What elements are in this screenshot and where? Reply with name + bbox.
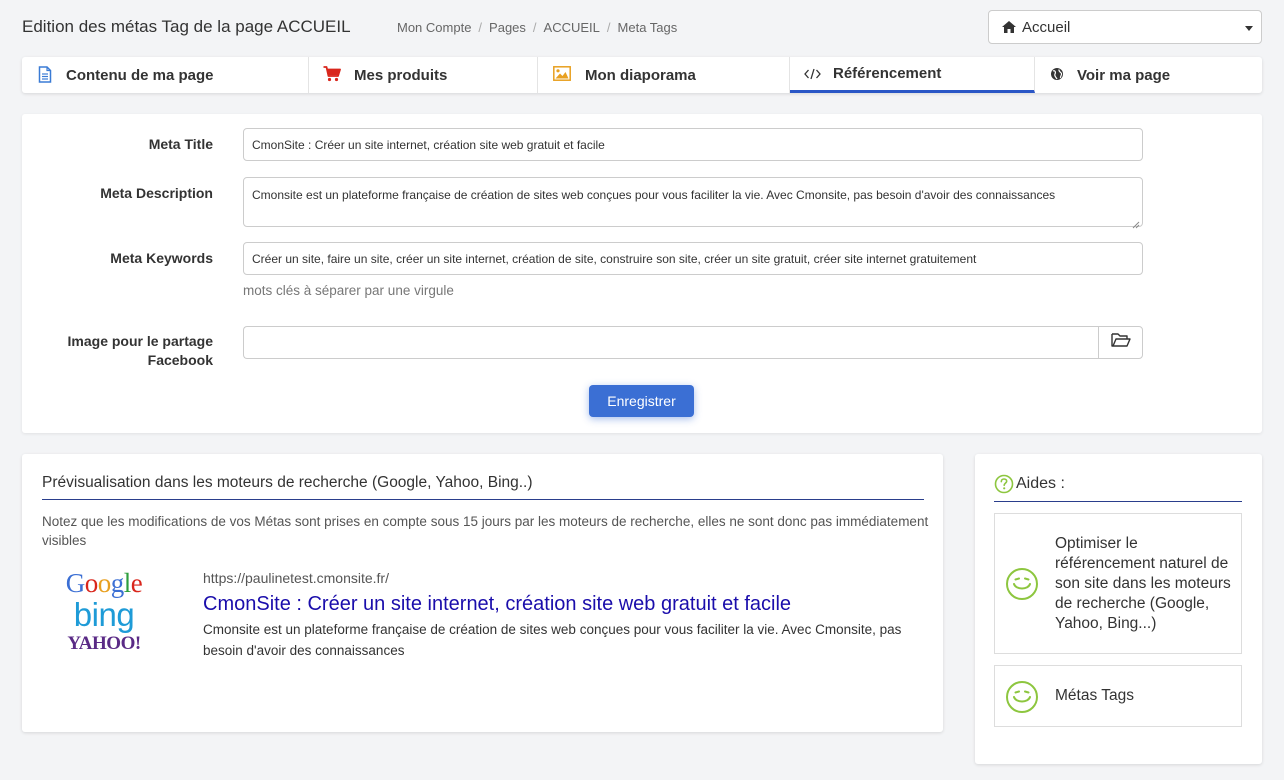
help-item-referencement[interactable]: Optimiser le référencement naturel de so…: [994, 513, 1242, 654]
meta-keywords-label: Meta Keywords: [110, 250, 213, 266]
save-button[interactable]: Enregistrer: [589, 385, 694, 417]
search-preview-card: Prévisualisation dans les moteurs de rec…: [22, 454, 943, 732]
code-icon: [804, 68, 821, 80]
question-circle-icon: [994, 474, 1014, 494]
page-select[interactable]: Accueil: [988, 10, 1262, 44]
tab-bar: Contenu de ma page Mes produits Mon diap…: [22, 57, 1262, 93]
smiley-icon: [1005, 680, 1039, 714]
breadcrumb-accueil[interactable]: ACCUEIL: [544, 20, 600, 35]
tab-label: Voir ma page: [1077, 66, 1171, 84]
help-item-label: Optimiser le référencement naturel de so…: [1055, 535, 1231, 632]
meta-description-label: Meta Description: [100, 185, 213, 201]
page-header: Edition des métas Tag de la page ACCUEIL…: [0, 0, 1284, 56]
meta-description-textarea[interactable]: Cmonsite est un plateforme française de …: [243, 177, 1143, 229]
tab-label: Mes produits: [354, 66, 448, 84]
google-logo: Google: [65, 568, 143, 598]
smiley-icon: [1005, 567, 1039, 601]
help-title: Aides :: [994, 474, 1242, 502]
facebook-image-input[interactable]: [243, 326, 1098, 359]
cart-icon: [323, 66, 341, 82]
serp-description: Cmonsite est un plateforme française de …: [203, 622, 902, 658]
meta-form-card: Meta Title CmonSite : Créer un site inte…: [22, 114, 1262, 433]
help-title-label: Aides :: [1016, 475, 1065, 492]
breadcrumb-separator: /: [606, 20, 611, 35]
breadcrumb-mon-compte[interactable]: Mon Compte: [397, 20, 471, 35]
breadcrumb-separator: /: [532, 20, 537, 35]
serp-title[interactable]: CmonSite : Créer un site internet, créat…: [203, 593, 791, 616]
meta-title-input[interactable]: CmonSite : Créer un site internet, créat…: [243, 128, 1143, 161]
tab-referencement[interactable]: Référencement: [790, 57, 1035, 93]
search-engine-logos: Google bing YAHOO!: [58, 568, 150, 656]
help-item-metas-tags[interactable]: Métas Tags: [994, 665, 1242, 727]
preview-title: Prévisualisation dans les moteurs de rec…: [42, 474, 924, 500]
page-select-value: Accueil: [1022, 18, 1071, 36]
tab-diaporama[interactable]: Mon diaporama: [538, 57, 790, 93]
meta-keywords-input[interactable]: Créer un site, faire un site, créer un s…: [243, 242, 1143, 275]
globe-icon: [1050, 67, 1064, 81]
breadcrumb-meta-tags: Meta Tags: [617, 20, 678, 35]
chevron-down-icon: [1245, 26, 1253, 31]
breadcrumb-pages[interactable]: Pages: [489, 20, 526, 35]
tab-label: Contenu de ma page: [66, 66, 214, 84]
bing-logo: bing: [73, 596, 135, 633]
tab-voir-page[interactable]: Voir ma page: [1035, 57, 1262, 93]
serp-url: https://paulinetest.cmonsite.fr/: [203, 570, 389, 586]
breadcrumb-separator: /: [478, 20, 483, 35]
browse-button[interactable]: [1098, 326, 1143, 359]
breadcrumb: Mon Compte / Pages / ACCUEIL / Meta Tags: [397, 20, 677, 35]
yahoo-logo: YAHOO!: [67, 633, 141, 654]
meta-title-label: Meta Title: [148, 136, 213, 152]
meta-description-value: Cmonsite est un plateforme française de …: [252, 188, 1056, 202]
facebook-image-field: [243, 326, 1143, 359]
image-icon: [553, 66, 571, 81]
document-icon: [38, 66, 52, 83]
preview-note: Notez que les modifications de vos Métas…: [42, 514, 929, 548]
page-title: Edition des métas Tag de la page ACCUEIL: [22, 17, 351, 36]
tab-label: Référencement: [833, 65, 942, 82]
resize-grip-icon[interactable]: [1132, 216, 1140, 229]
home-icon: [1001, 20, 1017, 34]
folder-open-icon: [1110, 332, 1131, 353]
tab-label: Mon diaporama: [585, 66, 696, 84]
tab-contenu[interactable]: Contenu de ma page: [22, 57, 309, 93]
facebook-image-label-line1: Image pour le partage: [67, 333, 213, 349]
tab-produits[interactable]: Mes produits: [309, 57, 538, 93]
help-card: Aides : Optimiser le référencement natur…: [975, 454, 1262, 764]
facebook-image-label: Image pour le partage Facebook: [68, 332, 213, 370]
help-item-label: Métas Tags: [1055, 687, 1134, 704]
meta-keywords-help: mots clés à séparer par une virgule: [243, 283, 454, 298]
facebook-image-label-line2: Facebook: [147, 352, 213, 368]
